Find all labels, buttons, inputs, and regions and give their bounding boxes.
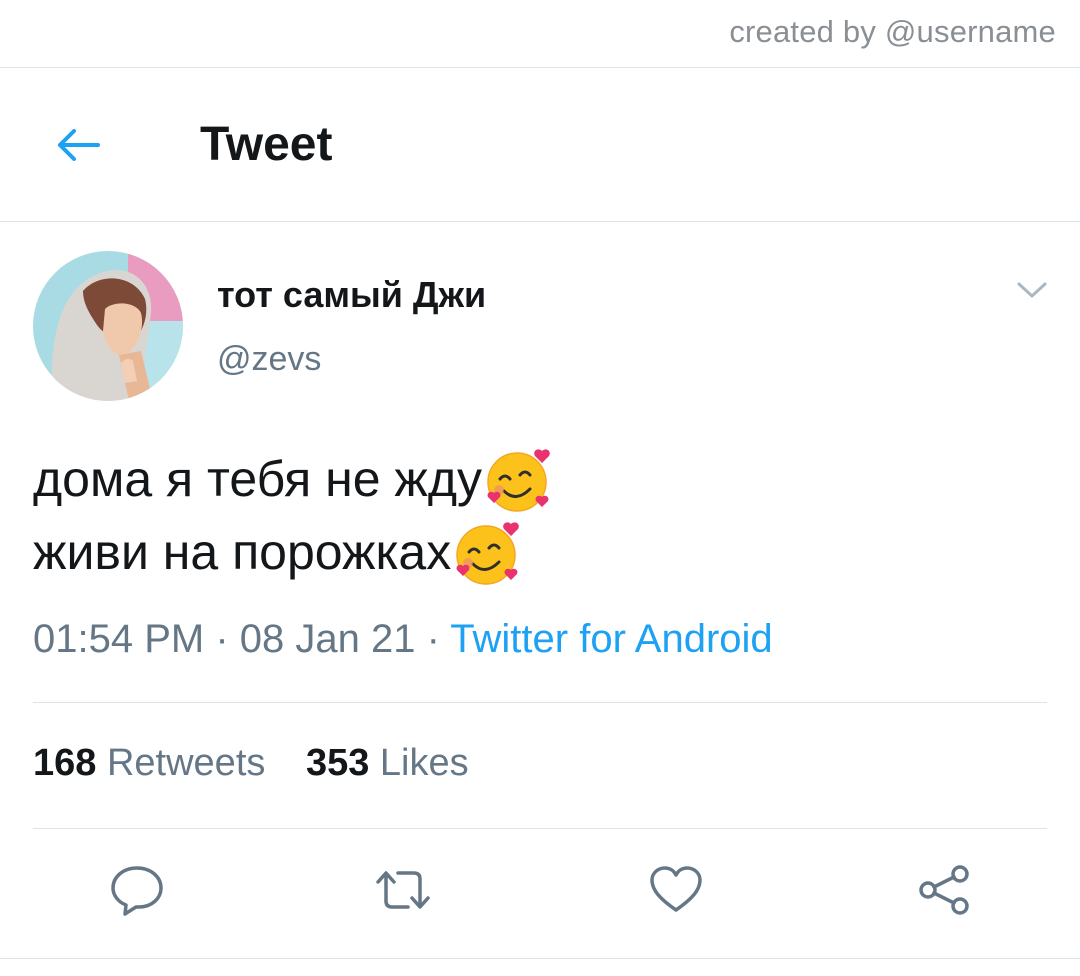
likes-count: 353 [305,742,370,784]
share-button[interactable] [914,862,974,922]
reply-icon [109,864,165,921]
arrow-left-icon [52,125,102,170]
retweet-button[interactable] [373,862,433,922]
like-button[interactable] [646,862,706,922]
chevron-down-icon [1015,279,1049,306]
likes-stat[interactable]: 353 Likes [306,742,469,785]
smiling-face-with-hearts-icon [484,445,554,515]
tweet-date: 08 Jan 21 [239,617,416,661]
tweet-line-text: живи на порожках [33,524,452,580]
tweet-meta: 01:54 PM · 08 Jan 21 · Twitter for Andro… [33,617,773,662]
reply-button[interactable] [107,862,167,922]
back-button[interactable] [50,120,104,174]
page-title: Tweet [200,118,333,171]
meta-separator: · [204,617,240,661]
tweet-time: 01:54 PM [33,617,205,661]
tweet-stats: 168 Retweets 353 Likes [33,742,499,785]
heart-icon [648,865,704,920]
retweets-count: 168 [33,742,97,784]
tweet-line-text: дома я тебя не жду [33,451,483,507]
meta-divider [33,702,1047,703]
retweets-stat[interactable]: 168 Retweets [33,742,265,785]
tweet-line: дома я тебя не жду [33,443,554,516]
creator-credit: created by @username [729,14,1056,49]
bottom-divider [0,958,1080,959]
author-handle[interactable]: @zevs [217,340,321,379]
stats-divider [33,828,1047,829]
likes-label: Likes [379,742,469,784]
tweet-source-link[interactable]: Twitter for Android [450,617,772,661]
smiling-face-with-hearts-icon [453,518,523,588]
tweet-options-button[interactable] [1014,278,1050,306]
author-display-name[interactable]: тот самый Джи [217,274,486,316]
avatar[interactable] [33,251,183,401]
tweet-line: живи на порожках [33,516,554,589]
header-divider [0,221,1080,222]
retweets-label: Retweets [106,742,266,784]
top-divider [0,67,1080,68]
meta-separator: · [415,617,451,661]
share-icon [916,862,972,923]
tweet-text: дома я тебя не жду живи на порожках [33,443,554,589]
retweet-icon [372,865,434,920]
